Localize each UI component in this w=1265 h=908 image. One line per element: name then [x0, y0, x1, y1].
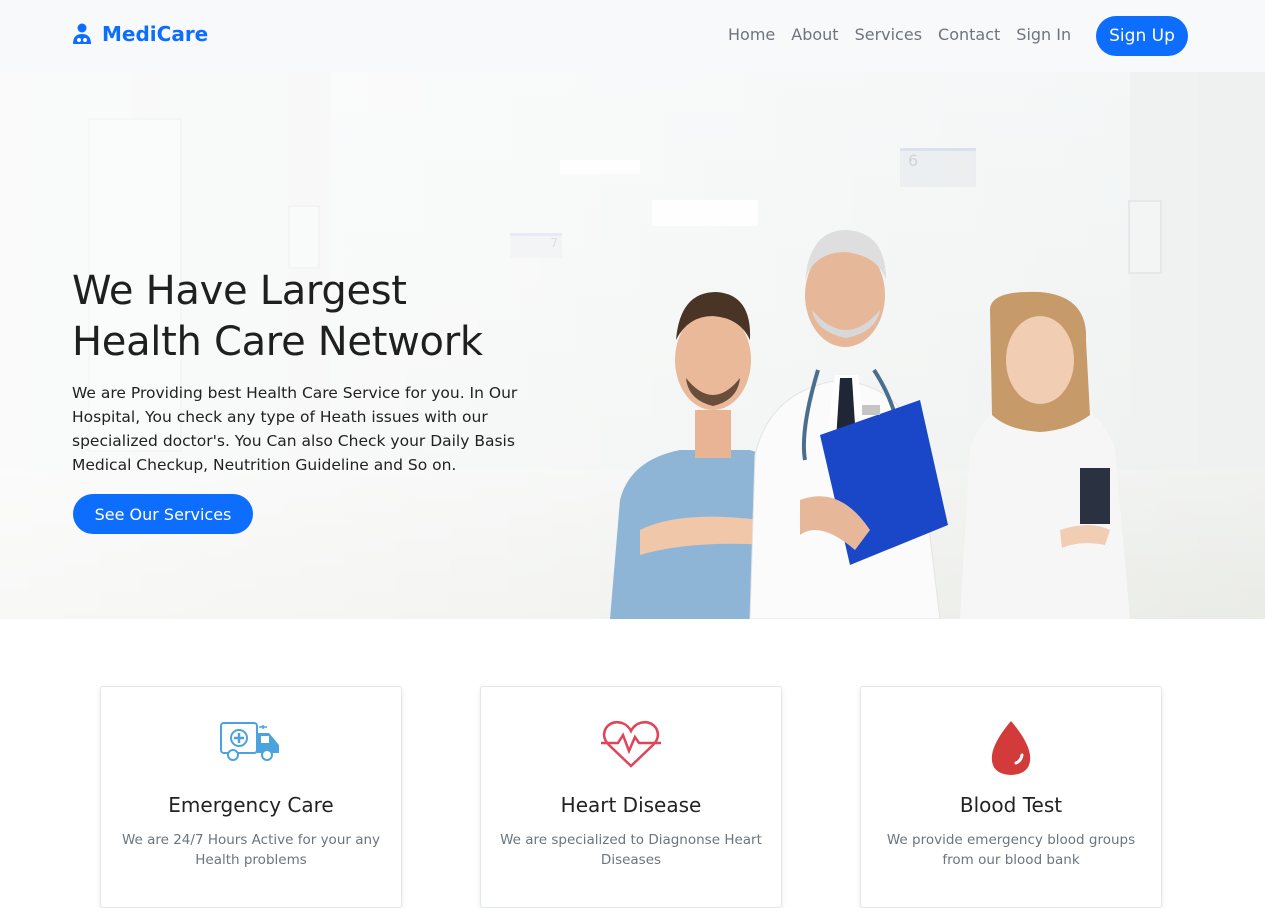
doctors-illustration — [610, 230, 1130, 619]
nav-link-sign-in[interactable]: Sign In — [1016, 25, 1071, 44]
service-card-heart-disease[interactable]: Heart Disease We are specialized to Diag… — [480, 686, 782, 908]
heartbeat-icon — [601, 720, 661, 768]
brand-name: MediCare — [102, 22, 209, 46]
brand-logo[interactable]: MediCare — [72, 22, 208, 46]
navbar: MediCare Home About Services Contact Sig… — [0, 0, 1265, 72]
card-icon-wrapper — [101, 719, 401, 779]
female-doctor-figure — [960, 291, 1130, 619]
hero-description: We are Providing best Health Care Servic… — [72, 384, 518, 474]
hero-title: We Have Largest Health Care Network — [72, 266, 592, 368]
card-icon-wrapper — [861, 719, 1161, 779]
nav-link-services[interactable]: Services — [855, 25, 922, 44]
card-description: We provide emergency blood groups from o… — [886, 832, 1136, 868]
service-card-emergency-care[interactable]: Emergency Care We are 24/7 Hours Active … — [100, 686, 402, 908]
card-title: Heart Disease — [560, 793, 702, 817]
card-description: We are specialized to Diagnonse Heart Di… — [500, 832, 762, 868]
nav-links: Home About Services Contact Sign In — [728, 25, 1087, 44]
card-description: We are 24/7 Hours Active for your any He… — [121, 832, 381, 868]
senior-doctor-figure — [749, 230, 948, 619]
see-our-services-button[interactable]: See Our Services — [73, 494, 253, 534]
blood-drop-icon — [991, 721, 1031, 775]
nav-link-home[interactable]: Home — [728, 25, 775, 44]
ambulance-icon — [220, 722, 279, 761]
hero-title-line2: Health Care Network — [72, 319, 483, 365]
service-card-blood-test[interactable]: Blood Test We provide emergency blood gr… — [860, 686, 1162, 908]
doctor-icon — [73, 23, 91, 44]
card-title: Emergency Care — [168, 793, 334, 817]
hero-title-line1: We Have Largest — [72, 268, 407, 314]
sign-up-button[interactable]: Sign Up — [1096, 16, 1188, 56]
nav-link-about[interactable]: About — [791, 25, 838, 44]
card-icon-wrapper — [481, 719, 781, 779]
nav-link-contact[interactable]: Contact — [938, 25, 1000, 44]
card-title: Blood Test — [959, 793, 1063, 817]
